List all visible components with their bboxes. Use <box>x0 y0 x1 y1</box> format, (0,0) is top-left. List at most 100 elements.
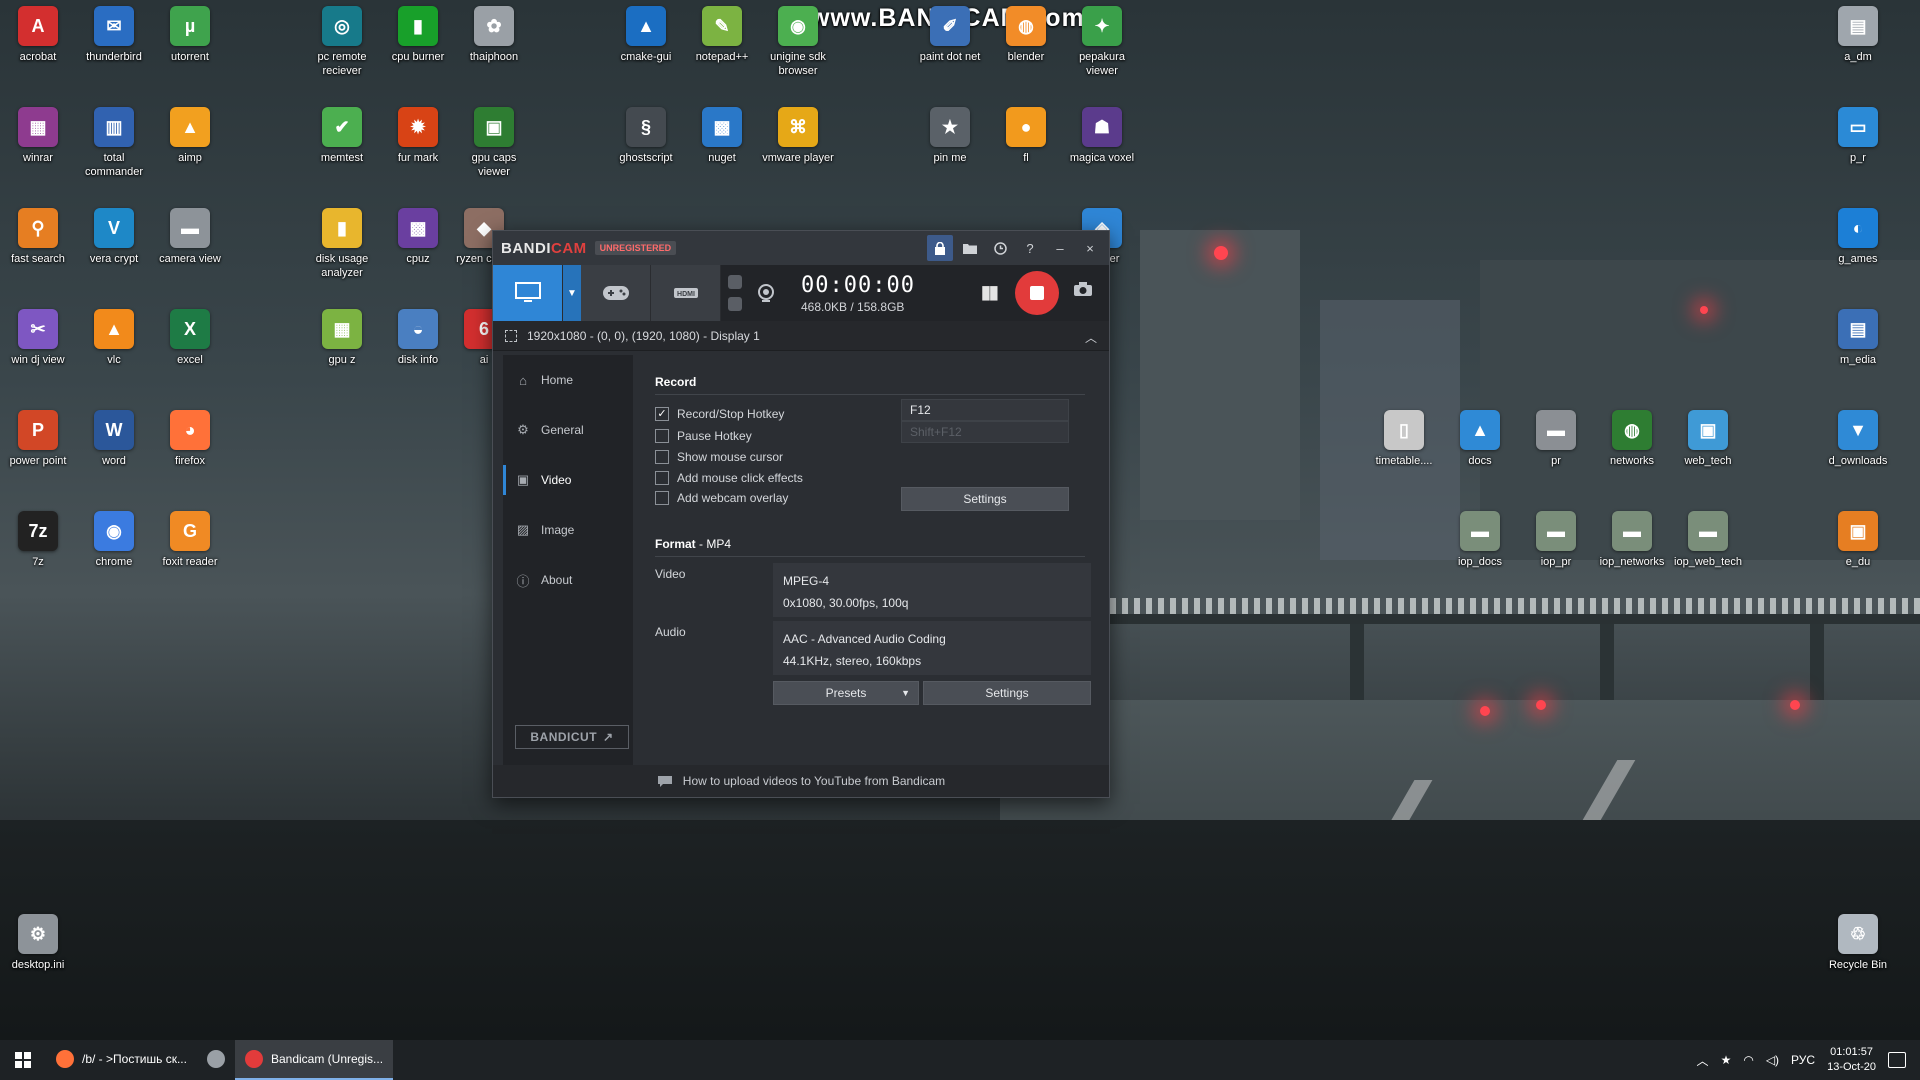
desktop-icon-docs[interactable]: ▲ docs <box>1442 404 1518 468</box>
desktop-icon-gpu-caps-viewer[interactable]: ▣ gpu caps viewer <box>456 101 532 179</box>
collapse-icon[interactable]: ︿ <box>1085 329 1097 346</box>
desktop-icon-disk-usage-analyzer[interactable]: ▮ disk usage analyzer <box>304 202 380 280</box>
desktop-icon-magica-voxel[interactable]: ☗ magica voxel <box>1064 101 1140 165</box>
desktop-icon-nuget[interactable]: ▩ nuget <box>684 101 760 165</box>
webcam-settings-button[interactable]: Settings <box>901 487 1069 511</box>
desktop-icon-cpu-burner[interactable]: ▮ cpu burner <box>380 0 456 64</box>
desktop-icon-pc-remote-reciever[interactable]: ◎ pc remote reciever <box>304 0 380 78</box>
screen-mode-button[interactable] <box>493 265 563 321</box>
hdmi-mode-button[interactable]: HDMI <box>651 265 721 321</box>
desktop-icon-utorrent[interactable]: µ utorrent <box>152 0 228 64</box>
option-pause-hotkey[interactable]: Pause Hotkey <box>655 429 752 443</box>
checkbox[interactable] <box>655 450 669 464</box>
sidebar-item-home[interactable]: ⌂ Home <box>503 355 633 405</box>
notifications-icon[interactable] <box>1888 1052 1906 1068</box>
taskbar-item[interactable]: Bandicam (Unregis... <box>234 1040 394 1080</box>
desktop-icon-cpuz[interactable]: ▩ cpuz <box>380 202 456 266</box>
mode-dropdown-button[interactable]: ▼ <box>563 265 581 321</box>
desktop-icon-vera-crypt[interactable]: Vvera crypt <box>76 202 152 266</box>
taskbar-item[interactable]: /b/ - >Постишь ск... <box>46 1040 197 1080</box>
video-format-box[interactable]: MPEG-4 0x1080, 30.00fps, 100q <box>773 563 1091 617</box>
desktop-icon-gpu-z[interactable]: ▦ gpu z <box>304 303 380 367</box>
volume-icon[interactable]: ◁) <box>1766 1053 1779 1067</box>
desktop-icon-fast-search[interactable]: ⚲ fast search <box>0 202 76 266</box>
desktop-icon-g-ames[interactable]: ◐ g_ames <box>1820 202 1896 266</box>
pause-button[interactable]: ▮▮ <box>981 282 999 303</box>
desktop-icon-win-dj-view[interactable]: ✂ win dj view <box>0 303 76 367</box>
audio-format-box[interactable]: AAC - Advanced Audio Coding 44.1KHz, ste… <box>773 621 1091 675</box>
desktop-icon-foxit-reader[interactable]: Gfoxit reader <box>152 505 228 569</box>
desktop-icon-disk-info[interactable]: ◒ disk info <box>380 303 456 367</box>
option-add-mouse-click-effects[interactable]: Add mouse click effects <box>655 471 803 485</box>
desktop-icon-cmake-gui[interactable]: ▲ cmake-gui <box>608 0 684 64</box>
desktop-icon-iop-networks[interactable]: ▬ iop_networks <box>1594 505 1670 569</box>
desktop-icon-thaiphoon[interactable]: ✿ thaiphoon <box>456 0 532 64</box>
desktop-icon-m-edia[interactable]: ▤ m_edia <box>1820 303 1896 367</box>
desktop-icon-power-point[interactable]: Ppower point <box>0 404 76 468</box>
microphone-icon[interactable] <box>728 297 742 311</box>
sidebar-item-about[interactable]: ⓘ About <box>503 555 633 605</box>
desktop-icon-unigine-sdk-browser[interactable]: ◉ unigine sdk browser <box>760 0 836 78</box>
sidebar-item-video[interactable]: ▣ Video <box>503 455 633 505</box>
desktop-icon-d-ownloads[interactable]: ▼ d_ownloads <box>1820 404 1896 468</box>
title-bar[interactable]: BANDICAM UNREGISTERED ? – × <box>493 231 1109 265</box>
help-button[interactable]: ? <box>1017 235 1043 261</box>
webcam-button[interactable] <box>745 265 787 321</box>
desktop-icon-iop-docs[interactable]: ▬ iop_docs <box>1442 505 1518 569</box>
desktop-icon-7z[interactable]: 7z 7z <box>0 505 76 569</box>
youtube-help-link[interactable]: How to upload videos to YouTube from Ban… <box>683 774 945 788</box>
star-icon[interactable]: ★ <box>1721 1053 1732 1067</box>
sidebar-item-image[interactable]: ▨ Image <box>503 505 633 555</box>
desktop-icon-memtest[interactable]: ✔ memtest <box>304 101 380 165</box>
desktop-icon-notepad[interactable]: ✎ notepad++ <box>684 0 760 64</box>
unregistered-badge[interactable]: UNREGISTERED <box>594 241 677 255</box>
desktop-icon-timetable[interactable]: ▯ timetable.... <box>1366 404 1442 468</box>
folder-icon[interactable] <box>957 235 983 261</box>
record-hotkey-field[interactable]: F12 <box>901 399 1069 421</box>
desktop-icon-pr[interactable]: ▬ pr <box>1518 404 1594 468</box>
language-indicator[interactable]: РУС <box>1791 1053 1815 1067</box>
desktop-icon-recycle-bin[interactable]: ♲ Recycle Bin <box>1820 908 1896 972</box>
desktop-icon-fur-mark[interactable]: ✹ fur mark <box>380 101 456 165</box>
desktop-icon-e-du[interactable]: ▣ e_du <box>1820 505 1896 569</box>
desktop-icon-desktop-ini[interactable]: ⚙ desktop.ini <box>0 908 76 972</box>
desktop-icon-aimp[interactable]: ▲ aimp <box>152 101 228 165</box>
presets-dropdown[interactable]: Presets ▼ <box>773 681 919 705</box>
desktop-icon-chrome[interactable]: ◉ chrome <box>76 505 152 569</box>
desktop-icon-excel[interactable]: Xexcel <box>152 303 228 367</box>
wifi-icon[interactable]: ◠ <box>1743 1053 1753 1067</box>
option-show-mouse-cursor[interactable]: Show mouse cursor <box>655 450 783 464</box>
desktop-icon-ghostscript[interactable]: § ghostscript <box>608 101 684 165</box>
clock[interactable]: 01:01:57 13-Oct-20 <box>1827 1045 1876 1075</box>
desktop-icon-camera-view[interactable]: ▬ camera view <box>152 202 228 266</box>
help-link-bar[interactable]: How to upload videos to YouTube from Ban… <box>493 765 1109 797</box>
desktop-icon-p-r[interactable]: ▭ p_r <box>1820 101 1896 165</box>
checkbox[interactable] <box>655 471 669 485</box>
checkbox[interactable] <box>655 429 669 443</box>
chevron-up-icon[interactable]: ︿ <box>1697 1052 1709 1069</box>
capture-area-bar[interactable]: 1920x1080 - (0, 0), (1920, 1080) - Displ… <box>493 321 1109 351</box>
checkbox[interactable]: ✓ <box>655 407 669 421</box>
desktop-icon-vlc[interactable]: ▲ vlc <box>76 303 152 367</box>
desktop-icon-paint-dot-net[interactable]: ✐ paint dot net <box>912 0 988 64</box>
desktop-icon-iop-web-tech[interactable]: ▬ iop_web_tech <box>1670 505 1746 569</box>
desktop-icon-a-dm[interactable]: ▤ a_dm <box>1820 0 1896 64</box>
desktop-icon-winrar[interactable]: ▦ winrar <box>0 101 76 165</box>
desktop-icon-fl[interactable]: ● fl <box>988 101 1064 165</box>
close-button[interactable]: × <box>1077 235 1103 261</box>
minimize-button[interactable]: – <box>1047 235 1073 261</box>
bandicam-window[interactable]: BANDICAM UNREGISTERED ? – × ▼ HDMI 00:00… <box>492 230 1110 798</box>
desktop-icon-pepakura-viewer[interactable]: ✦ pepakura viewer <box>1064 0 1140 78</box>
clock-icon[interactable] <box>987 235 1013 261</box>
game-mode-button[interactable] <box>581 265 651 321</box>
desktop-icon-vmware-player[interactable]: ⌘ vmware player <box>760 101 836 165</box>
sidebar-item-general[interactable]: ⚙ General <box>503 405 633 455</box>
format-settings-button[interactable]: Settings <box>923 681 1091 705</box>
desktop-icon-web-tech[interactable]: ▣ web_tech <box>1670 404 1746 468</box>
desktop-icon-firefox[interactable]: ◕ firefox <box>152 404 228 468</box>
taskbar-item[interactable] <box>197 1040 235 1080</box>
bandicut-button[interactable]: BANDICUT ↗ <box>515 725 629 749</box>
desktop-icon-thunderbird[interactable]: ✉ thunderbird <box>76 0 152 64</box>
lock-icon[interactable] <box>927 235 953 261</box>
start-button[interactable] <box>0 1040 46 1080</box>
